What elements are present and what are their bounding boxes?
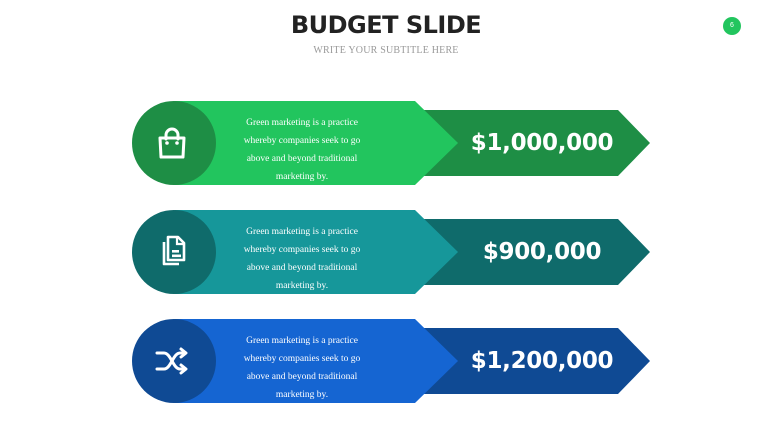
budget-row-3: Green marketing is a practice whereby co… — [132, 318, 652, 404]
page-title: BUDGET SLIDE — [290, 11, 482, 39]
page-number-badge: 6 — [723, 17, 741, 35]
budget-description: Green marketing is a practice whereby co… — [243, 118, 361, 182]
budget-row-2: Green marketing is a practice whereby co… — [132, 209, 652, 295]
page-subtitle: WRITE YOUR SUBTITLE HERE — [313, 45, 459, 56]
budget-amount: $1,200,000 — [470, 348, 614, 374]
budget-amount: $900,000 — [482, 239, 602, 265]
budget-description: Green marketing is a practice whereby co… — [243, 227, 361, 291]
budget-description: Green marketing is a practice whereby co… — [243, 336, 361, 400]
documents-icon — [162, 235, 186, 266]
budget-row-1: Green marketing is a practice whereby co… — [132, 100, 652, 186]
shuffle-icon — [155, 347, 188, 375]
budget-amount: $1,000,000 — [470, 130, 614, 156]
shopping-bag-icon — [158, 127, 186, 159]
